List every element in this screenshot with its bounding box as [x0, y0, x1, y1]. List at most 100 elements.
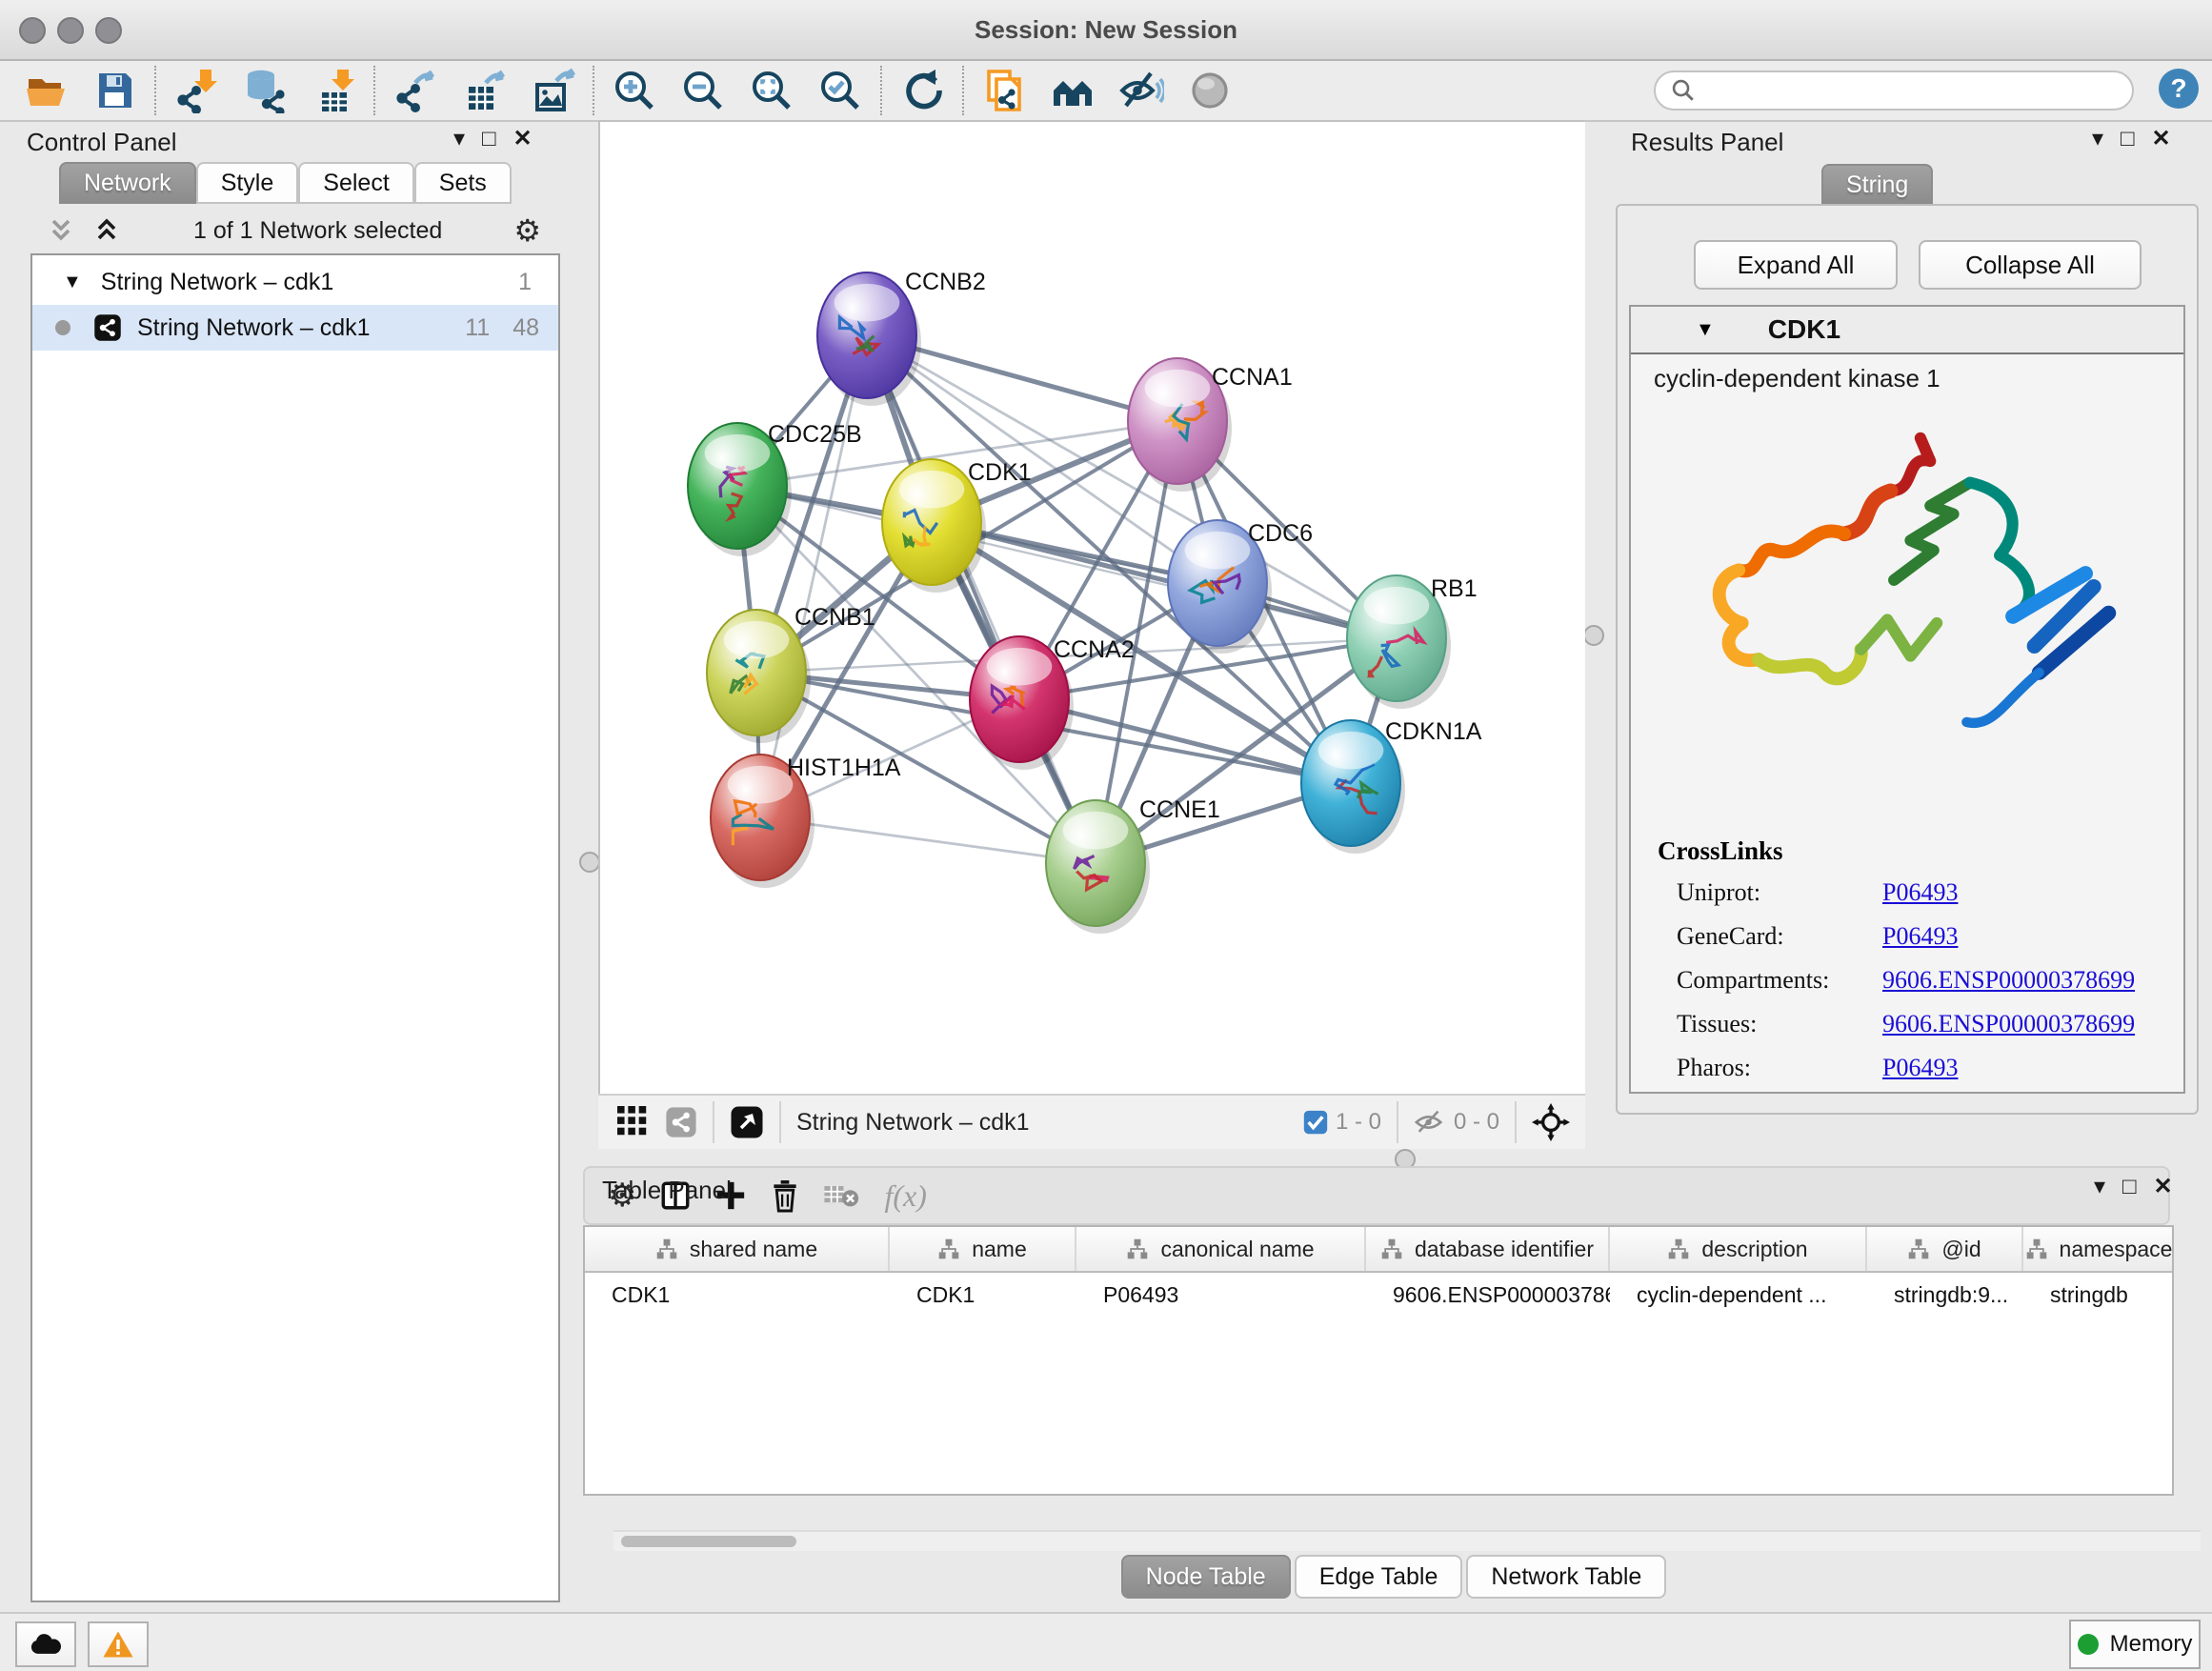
string-network-toggle-icon[interactable]	[665, 1106, 697, 1138]
column-type-icon	[655, 1238, 678, 1260]
network-canvas[interactable]: CCNB2CCNA1CDC25BCDK1CDC6RB1CCNB1CCNA2CDK…	[598, 120, 1585, 1094]
panel-float-icon[interactable]: □	[482, 128, 496, 151]
vertical-splitter-handle-right[interactable]	[1583, 625, 1604, 646]
help-icon[interactable]: ?	[2159, 69, 2199, 109]
tab-node-table[interactable]: Node Table	[1121, 1555, 1291, 1599]
collapse-all-button[interactable]: Collapse All	[1919, 240, 2142, 290]
tab-network[interactable]: Network	[59, 162, 196, 204]
panel-menu-icon[interactable]: ▾	[2094, 1176, 2105, 1198]
node-attribute-table[interactable]: shared namenamecanonical namedatabase id…	[583, 1225, 2174, 1496]
import-network-file-icon[interactable]	[170, 64, 223, 117]
node-CDC6[interactable]: CDC6	[1168, 520, 1313, 654]
tab-edge-table[interactable]: Edge Table	[1295, 1555, 1463, 1599]
column-header--id[interactable]: @id	[1867, 1227, 2023, 1271]
crosslink-uniprot-link[interactable]: P06493	[1882, 878, 1958, 906]
import-network-database-icon[interactable]	[238, 64, 292, 117]
pan-crosshair-icon[interactable]	[1532, 1103, 1570, 1141]
grid-mode-icon[interactable]	[617, 1106, 650, 1138]
panel-menu-icon[interactable]: ▾	[453, 128, 465, 151]
crosslink-pharos-link[interactable]: P06493	[1882, 1054, 1958, 1081]
column-header-shared-name[interactable]: shared name	[585, 1227, 890, 1271]
panel-close-icon[interactable]: ✕	[513, 128, 533, 151]
zoom-fit-content-icon[interactable]	[745, 64, 798, 117]
network-options-gear-icon[interactable]: ⚙	[513, 212, 541, 249]
network-row[interactable]: String Network – cdk1 11 48	[32, 305, 558, 351]
panel-float-icon[interactable]: □	[2122, 1176, 2137, 1198]
collapse-all-chevron-icon[interactable]	[46, 215, 76, 246]
crosslink-tissues-link[interactable]: 9606.ENSP00000378699	[1882, 1010, 2135, 1037]
column-header-database-identifier[interactable]: database identifier	[1366, 1227, 1610, 1271]
scrollbar-thumb[interactable]	[621, 1536, 796, 1547]
table-cell[interactable]: CDK1	[890, 1273, 1076, 1317]
table-cell[interactable]: P06493	[1076, 1273, 1366, 1317]
node-CCNB2[interactable]: CCNB2	[817, 269, 986, 406]
table-cell[interactable]: cyclin-dependent ...	[1610, 1273, 1867, 1317]
node-CCNA2[interactable]: CCNA2	[970, 636, 1135, 770]
column-header-namespace[interactable]: namespace	[2023, 1227, 2174, 1271]
tab-string[interactable]: String	[1821, 164, 1933, 206]
duplicate-network-icon[interactable]	[977, 64, 1031, 117]
node-HIST1H1A[interactable]: HIST1H1A	[711, 755, 901, 888]
hide-show-graphics-icon[interactable]	[1115, 64, 1168, 117]
collection-count: 1	[518, 269, 532, 296]
export-image-icon[interactable]	[526, 64, 579, 117]
export-table-icon[interactable]	[457, 64, 511, 117]
table-cell[interactable]: stringdb:9...	[1867, 1273, 2023, 1317]
group-nodes-icon[interactable]	[1046, 64, 1099, 117]
zoom-in-icon[interactable]	[608, 64, 661, 117]
search-field[interactable]	[1654, 70, 2134, 111]
zoom-out-icon[interactable]	[676, 64, 730, 117]
network-collection-row[interactable]: ▼ String Network – cdk1 1	[32, 259, 558, 305]
render-detail-eye-icon[interactable]	[1183, 64, 1237, 117]
edge-CCNB2-HIST1H1A[interactable]	[760, 335, 867, 817]
hidden-eye-icon[interactable]	[1414, 1108, 1446, 1137]
crosslink-compartments-link[interactable]: 9606.ENSP00000378699	[1882, 966, 2135, 994]
entry-header[interactable]: ▼ CDK1	[1631, 307, 2183, 354]
table-cell[interactable]: 9606.ENSP00000378699	[1366, 1273, 1610, 1317]
export-network-icon[interactable]	[389, 64, 442, 117]
network-graph[interactable]: CCNB2CCNA1CDC25BCDK1CDC6RB1CCNB1CCNA2CDK…	[600, 122, 1585, 1094]
expand-all-chevron-icon[interactable]	[91, 215, 122, 246]
node-RB1[interactable]: RB1	[1347, 575, 1478, 709]
node-CCNE1[interactable]: CCNE1	[1046, 796, 1220, 934]
expand-all-button[interactable]: Expand All	[1694, 240, 1898, 290]
table-cell[interactable]: CDK1	[585, 1273, 890, 1317]
delete-table-icon[interactable]	[823, 1181, 861, 1210]
panel-close-icon[interactable]: ✕	[2154, 1176, 2173, 1198]
node-CCNB1[interactable]: CCNB1	[707, 604, 875, 743]
selected-checkbox-icon[interactable]	[1303, 1110, 1328, 1135]
import-table-file-icon[interactable]	[307, 64, 360, 117]
cloud-button[interactable]	[15, 1621, 76, 1667]
entry-collapse-icon[interactable]: ▼	[1696, 319, 1715, 341]
crosslink-genecard-link[interactable]: P06493	[1882, 922, 1958, 950]
node-CDC25B[interactable]: CDC25B	[688, 421, 862, 556]
tab-network-table[interactable]: Network Table	[1466, 1555, 1666, 1599]
node-CDKN1A[interactable]: CDKN1A	[1301, 718, 1482, 854]
table-row[interactable]: CDK1CDK1P064939606.ENSP00000378699cyclin…	[585, 1273, 2172, 1317]
tab-select[interactable]: Select	[298, 162, 413, 204]
column-header-canonical-name[interactable]: canonical name	[1076, 1227, 1366, 1271]
search-input[interactable]	[1703, 76, 2132, 105]
delete-column-icon[interactable]	[770, 1178, 800, 1213]
panel-menu-icon[interactable]: ▾	[2092, 128, 2103, 151]
save-session-icon[interactable]	[88, 64, 141, 117]
column-header-name[interactable]: name	[890, 1227, 1076, 1271]
table-horizontal-scrollbar[interactable]	[613, 1530, 2201, 1551]
tree-expand-icon[interactable]: ▼	[63, 272, 82, 293]
memory-button[interactable]: Memory	[2069, 1620, 2201, 1669]
vertical-splitter-handle-left[interactable]	[579, 852, 600, 873]
birdseye-view-icon[interactable]	[730, 1105, 764, 1139]
apply-function-icon[interactable]: f(x)	[884, 1178, 926, 1214]
open-session-icon[interactable]	[19, 64, 72, 117]
tab-sets[interactable]: Sets	[414, 162, 512, 204]
panel-close-icon[interactable]: ✕	[2152, 128, 2171, 151]
column-type-icon	[1380, 1238, 1403, 1260]
node-CCNA1[interactable]: CCNA1	[1128, 358, 1293, 492]
refresh-icon[interactable]	[895, 64, 949, 117]
warning-button[interactable]	[88, 1621, 149, 1667]
panel-float-icon[interactable]: □	[2121, 128, 2135, 151]
tab-style[interactable]: Style	[196, 162, 299, 204]
column-header-description[interactable]: description	[1610, 1227, 1867, 1271]
zoom-selected-icon[interactable]	[814, 64, 867, 117]
table-cell[interactable]: stringdb	[2023, 1273, 2174, 1317]
